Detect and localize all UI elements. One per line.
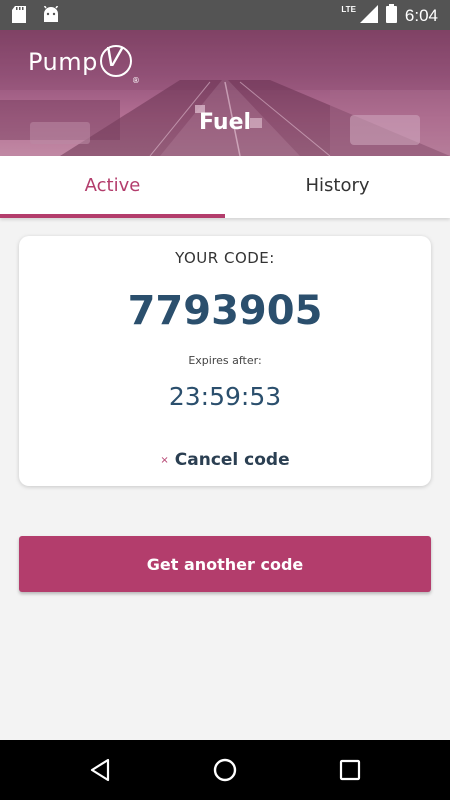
network-type: LTE [341, 5, 356, 14]
tab-history[interactable]: History [225, 156, 450, 218]
fuel-code: 7793905 [127, 288, 323, 334]
cancel-code-label: Cancel code [174, 450, 290, 470]
navigation-bar [0, 740, 450, 800]
signal-icon [359, 4, 378, 27]
app-header: Pump V ® Fuel [0, 30, 450, 156]
cancel-code-button[interactable]: × Cancel code [19, 450, 431, 470]
status-bar: LTE 6:04 [0, 0, 450, 30]
logo-wordmark: Pump [28, 48, 98, 76]
back-icon[interactable] [85, 755, 115, 785]
code-label: YOUR CODE: [175, 249, 275, 267]
home-icon[interactable] [210, 755, 240, 785]
expires-countdown: 23:59:53 [168, 382, 282, 411]
logo-v-mark: V ® [99, 43, 140, 85]
tab-active[interactable]: Active [0, 156, 225, 218]
code-card: YOUR CODE: 7793905 Expires after: 23:59:… [19, 236, 431, 486]
recents-icon[interactable] [335, 755, 365, 785]
logo-v-letter: V [104, 43, 123, 73]
battery-icon [385, 4, 397, 27]
sd-card-icon [12, 6, 26, 27]
android-icon [42, 5, 60, 27]
registered-mark: ® [131, 76, 140, 85]
expires-label: Expires after: [188, 354, 262, 367]
close-icon: × [160, 454, 169, 466]
tab-bar: Active History [0, 156, 450, 218]
clock: 6:04 [404, 5, 438, 25]
page-title: Fuel [198, 110, 252, 135]
get-another-code-button[interactable]: Get another code [19, 536, 431, 592]
pumpv-logo: Pump V ® [28, 43, 140, 85]
